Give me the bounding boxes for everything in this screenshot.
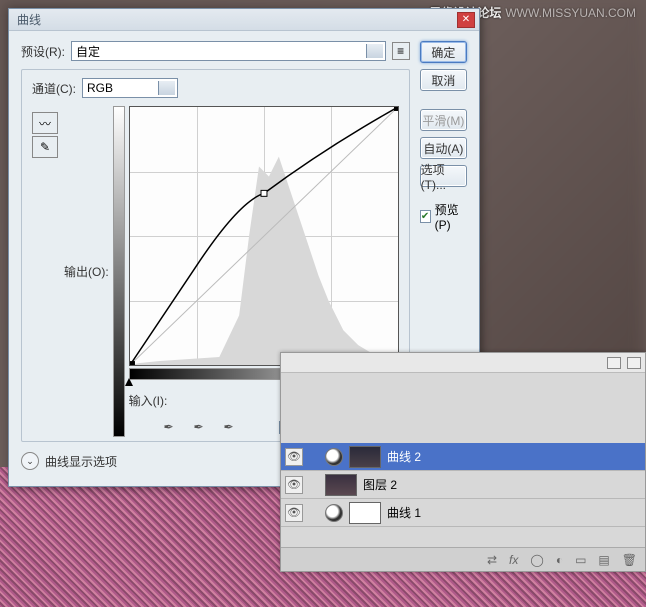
chevron-down-icon	[163, 86, 171, 91]
curves-graph[interactable]	[129, 106, 399, 366]
group-icon[interactable]: ▭	[575, 553, 586, 567]
trash-icon[interactable]: 🗑	[622, 553, 637, 567]
preview-label: 预览(P)	[435, 201, 467, 232]
channel-combo[interactable]: RGB	[82, 78, 178, 98]
auto-button[interactable]: 自动(A)	[420, 137, 467, 159]
layer-name[interactable]: 曲线 1	[387, 504, 641, 521]
layer-mask-thumb[interactable]	[349, 446, 381, 468]
panel-close-icon[interactable]	[627, 357, 641, 369]
output-gradient	[113, 106, 125, 437]
dialog-titlebar[interactable]: 曲线 ✕	[9, 9, 479, 31]
fx-icon[interactable]: fx	[509, 553, 518, 567]
input-label: 输入(I):	[129, 394, 168, 408]
cancel-button[interactable]: 取消	[420, 69, 467, 91]
curve-draw-icon[interactable]: 〰	[32, 112, 58, 134]
new-layer-icon[interactable]: ▤	[598, 553, 609, 567]
layer-row[interactable]: 👁 曲线 2	[281, 443, 645, 471]
curve-line	[130, 107, 398, 365]
link-icon[interactable]: ⇄	[487, 553, 497, 567]
black-eyedropper-icon[interactable]: ✒	[159, 417, 179, 437]
visibility-icon[interactable]: 👁	[285, 448, 303, 466]
expand-icon[interactable]: ⌄	[21, 452, 39, 470]
visibility-icon[interactable]: 👁	[285, 504, 303, 522]
channel-label: 通道(C):	[32, 80, 76, 97]
ok-button[interactable]: 确定	[420, 41, 467, 63]
preset-label: 预设(R):	[21, 43, 65, 60]
preset-combo[interactable]: 自定	[71, 41, 386, 61]
adjustment-icon	[325, 504, 343, 522]
visibility-icon[interactable]: 👁	[285, 476, 303, 494]
layer-list: 👁 曲线 2 👁 图层 2 👁 曲线 1	[281, 443, 645, 547]
mask-icon[interactable]: ◯	[530, 553, 543, 567]
smooth-button: 平滑(M)	[420, 109, 467, 131]
layer-name[interactable]: 图层 2	[363, 476, 641, 493]
output-label: 输出(O):	[64, 263, 109, 280]
layer-thumb[interactable]	[325, 474, 357, 496]
layer-row[interactable]: 👁 曲线 1	[281, 499, 645, 527]
panel-footer: ⇄ fx ◯ ◐ ▭ ▤ 🗑	[281, 547, 645, 571]
dialog-title: 曲线	[13, 11, 457, 28]
panel-titlebar[interactable]	[281, 353, 645, 373]
expand-label: 曲线显示选项	[45, 453, 117, 470]
panel-options-area	[281, 373, 645, 443]
layer-mask-thumb[interactable]	[349, 502, 381, 524]
black-point-handle[interactable]	[125, 378, 133, 386]
layer-row[interactable]: 👁 图层 2	[281, 471, 645, 499]
preview-checkbox[interactable]: ✔	[420, 210, 431, 223]
options-button[interactable]: 选项(T)...	[420, 165, 467, 187]
adjustment-layer-icon[interactable]: ◐	[556, 553, 563, 567]
white-eyedropper-icon[interactable]: ✒	[219, 417, 239, 437]
pencil-icon[interactable]: ✎	[32, 136, 58, 158]
layer-name[interactable]: 曲线 2	[387, 448, 641, 465]
preset-menu-icon[interactable]: ≡	[392, 42, 410, 60]
chevron-down-icon	[371, 49, 379, 54]
adjustment-icon	[325, 448, 343, 466]
layer-row-empty	[281, 527, 645, 547]
minimize-icon[interactable]	[607, 357, 621, 369]
close-icon[interactable]: ✕	[457, 12, 475, 28]
gray-eyedropper-icon[interactable]: ✒	[189, 417, 209, 437]
layers-panel: 👁 曲线 2 👁 图层 2 👁 曲线 1 ⇄ fx ◯ ◐ ▭ ▤ 🗑	[280, 352, 646, 572]
